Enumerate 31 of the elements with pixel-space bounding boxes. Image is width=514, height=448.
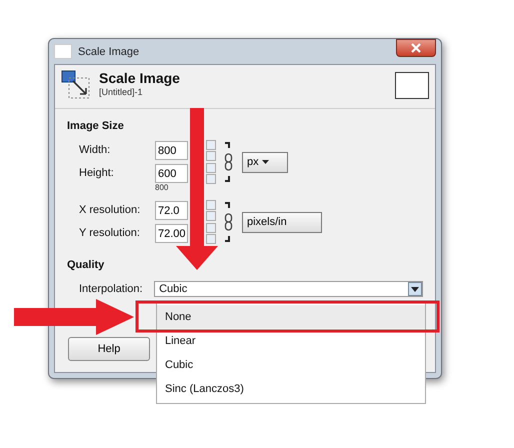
- dropdown-option[interactable]: None: [157, 305, 425, 329]
- field-label: X resolution:: [79, 204, 142, 217]
- number-field[interactable]: 600: [155, 164, 188, 183]
- window-title: Scale Image: [78, 46, 140, 58]
- unit-dropdown[interactable]: pixels/in: [242, 212, 322, 232]
- section-heading: Image Size: [67, 120, 125, 133]
- close-icon: [411, 42, 421, 52]
- field-label: Y resolution:: [79, 227, 141, 240]
- dropdown-option[interactable]: Sinc (Lanczos3): [157, 377, 425, 401]
- field-label: Width:: [79, 144, 112, 157]
- interpolation-dropdown[interactable]: Cubic: [154, 281, 423, 297]
- scale-icon: [61, 70, 91, 100]
- number-field[interactable]: 72.00: [155, 224, 188, 243]
- unit-dropdown[interactable]: px: [242, 152, 288, 172]
- close-button[interactable]: [396, 38, 436, 56]
- chain-icon[interactable]: [224, 141, 234, 183]
- help-button[interactable]: Help: [68, 337, 150, 361]
- number-field[interactable]: 800: [155, 141, 188, 160]
- dropdown-option[interactable]: Linear: [157, 329, 425, 353]
- caret-icon: [262, 160, 269, 164]
- window-icon: [54, 44, 72, 59]
- section-heading: Quality: [67, 259, 106, 272]
- chain-icon[interactable]: [224, 201, 234, 243]
- dialog-heading: Scale Image: [99, 70, 181, 87]
- image-name: [Untitled]-1: [99, 87, 144, 98]
- dropdown-option[interactable]: Cubic: [157, 353, 425, 377]
- image-preview: [395, 72, 429, 99]
- field-label: Interpolation:: [79, 282, 144, 296]
- field-label: Height:: [79, 167, 115, 180]
- number-field[interactable]: 72.0: [155, 201, 188, 220]
- size-hint: 800: [155, 183, 170, 193]
